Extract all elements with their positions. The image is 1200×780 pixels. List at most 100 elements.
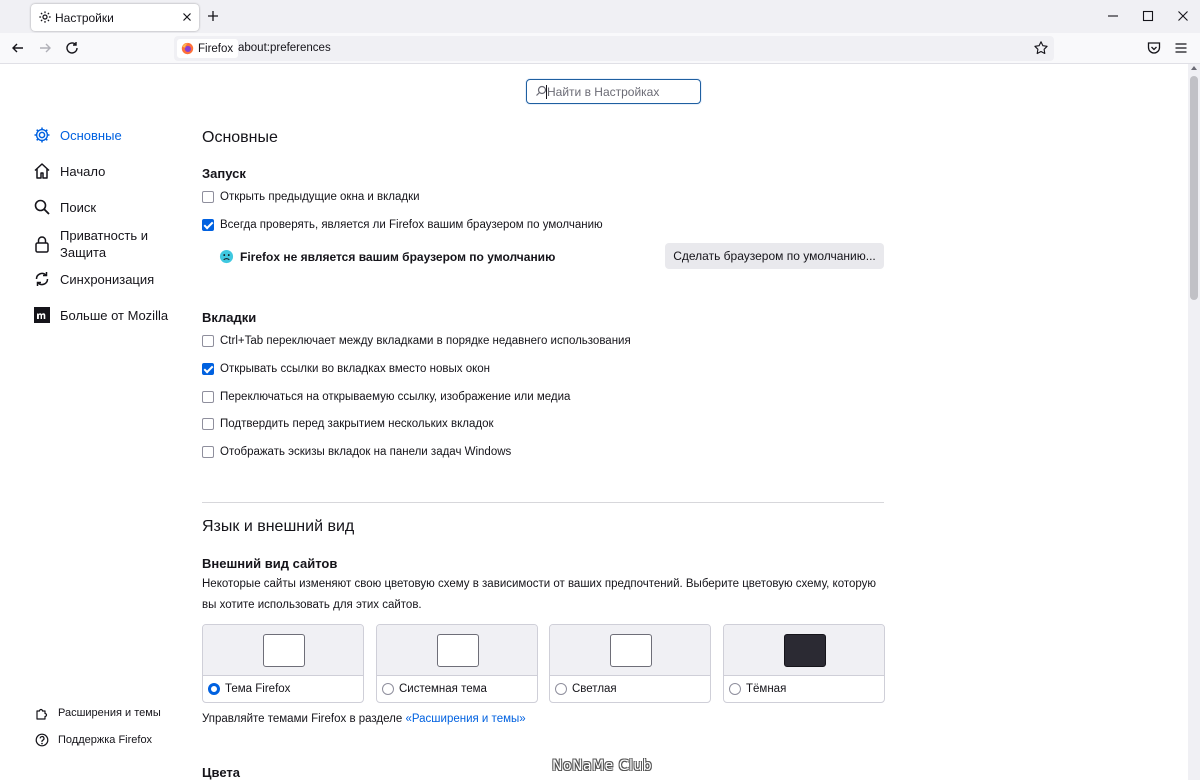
theme-preview-thumbnail	[437, 634, 479, 667]
scroll-up-arrow-icon[interactable]	[1191, 66, 1197, 70]
tab-title: Настройки	[55, 11, 114, 25]
checkbox-open-links-in-tabs[interactable]: Открывать ссылки во вкладках вместо новы…	[202, 363, 490, 375]
tab-bar: Настройки	[0, 0, 1200, 33]
checkbox-label: Переключаться на открываемую ссылку, изо…	[220, 391, 571, 403]
identity-label: Firefox	[198, 42, 234, 55]
manage-themes-text: Управляйте темами Firefox в разделе	[202, 713, 406, 725]
sidebar-item-mozilla[interactable]: Больше от Mozilla	[33, 306, 183, 324]
checkbox-label: Открывать ссылки во вкладках вместо новы…	[220, 363, 491, 375]
url-text[interactable]: about:preferences	[238, 42, 331, 54]
scrollbar[interactable]	[1188, 64, 1200, 780]
identity-box[interactable]: Firefox	[177, 39, 239, 58]
sidebar-link-addons[interactable]: Расширения и темы	[35, 706, 161, 720]
checkbox[interactable]	[202, 391, 214, 403]
back-icon[interactable]	[10, 40, 26, 56]
checkbox-switch-to-opened[interactable]: Переключаться на открываемую ссылку, изо…	[202, 391, 570, 403]
checkbox-label: Подтвердить перед закрытием нескольких в…	[220, 418, 494, 430]
sidebar-item-label: Основные	[60, 127, 122, 143]
sad-face-icon	[219, 249, 234, 264]
checkbox[interactable]	[202, 219, 214, 231]
sidebar-item-general[interactable]: Основные	[33, 126, 183, 144]
radio-button[interactable]	[729, 683, 741, 695]
checkbox-confirm-close[interactable]: Подтвердить перед закрытием нескольких в…	[202, 418, 494, 430]
theme-preview	[203, 625, 363, 676]
sidebar-item-label: Синхронизация	[60, 271, 155, 287]
theme-label: Светлая	[572, 683, 617, 695]
checkbox[interactable]	[202, 446, 214, 458]
checkbox-taskbar-previews[interactable]: Отображать эскизы вкладок на панели зада…	[202, 446, 511, 458]
theme-preview	[377, 625, 537, 676]
sidebar-item-label: Поиск	[60, 199, 97, 215]
section-title-language: Язык и внешний вид	[202, 518, 355, 535]
sidebar-link-support[interactable]: Поддержка Firefox	[35, 733, 152, 747]
theme-card-firefox[interactable]: Тема Firefox	[202, 624, 364, 703]
checkbox[interactable]	[202, 418, 214, 430]
sync-icon	[35, 272, 49, 286]
sidebar-item-search[interactable]: Поиск	[33, 198, 183, 216]
checkbox-ctrl-tab[interactable]: Ctrl+Tab переключает между вкладками в п…	[202, 335, 631, 347]
mozilla-icon	[34, 307, 50, 323]
theme-card-light[interactable]: Светлая	[549, 624, 711, 703]
scrollbar-thumb[interactable]	[1190, 76, 1198, 300]
website-appearance-heading: Внешний вид сайтов	[202, 556, 338, 571]
manage-themes-note: Управляйте темами Firefox в разделе «Рас…	[202, 713, 526, 725]
lock-icon	[35, 236, 49, 253]
radio-button[interactable]	[382, 683, 394, 695]
make-default-button[interactable]: Сделать браузером по умолчанию...	[665, 243, 884, 269]
theme-radio[interactable]: Светлая	[555, 683, 617, 695]
colors-heading: Цвета	[202, 765, 240, 780]
checkbox-label: Открыть предыдущие окна и вкладки	[220, 191, 420, 203]
checkbox-label: Отображать эскизы вкладок на панели зада…	[220, 446, 512, 458]
menu-icon[interactable]	[1173, 40, 1189, 56]
checkbox[interactable]	[202, 191, 214, 203]
website-appearance-description: Некоторые сайты изменяют свою цветовую с…	[202, 578, 877, 611]
watermark: NoNaMe Club	[552, 758, 653, 774]
theme-label: Системная тема	[399, 683, 487, 695]
tab-settings[interactable]: Настройки	[31, 4, 199, 31]
checkbox[interactable]	[202, 363, 214, 375]
theme-preview	[550, 625, 710, 676]
checkbox[interactable]	[202, 335, 214, 347]
home-icon	[34, 163, 50, 179]
theme-preview-thumbnail	[610, 634, 652, 667]
close-icon[interactable]	[180, 10, 194, 24]
theme-card-system[interactable]: Системная тема	[376, 624, 538, 703]
maximize-icon[interactable]	[1142, 10, 1154, 22]
default-browser-status: Firefox не является вашим браузером по у…	[219, 249, 555, 264]
theme-radio[interactable]: Тема Firefox	[208, 683, 290, 695]
page-title: Основные	[202, 129, 278, 146]
reload-icon[interactable]	[64, 40, 80, 56]
sidebar-link-label: Поддержка Firefox	[58, 734, 153, 746]
color-scheme-options: Тема Firefox Системная тема Светлая Тёмн…	[202, 624, 885, 704]
startup-heading: Запуск	[202, 166, 246, 181]
theme-card-dark[interactable]: Тёмная	[723, 624, 885, 703]
theme-preview-thumbnail	[263, 634, 305, 667]
theme-radio[interactable]: Системная тема	[382, 683, 487, 695]
forward-icon[interactable]	[37, 40, 53, 56]
theme-label: Тёмная	[746, 683, 787, 695]
close-window-icon[interactable]	[1177, 10, 1189, 22]
tabs-heading: Вкладки	[202, 310, 257, 325]
radio-button[interactable]	[555, 683, 567, 695]
checkbox-check-default[interactable]: Всегда проверять, является ли Firefox ва…	[202, 219, 603, 231]
help-icon	[35, 733, 49, 747]
theme-label: Тема Firefox	[225, 683, 291, 695]
firefox-icon	[181, 42, 194, 55]
bookmark-star-icon[interactable]	[1033, 40, 1049, 56]
checkbox-restore-session[interactable]: Открыть предыдущие окна и вкладки	[202, 191, 420, 203]
section-divider	[202, 502, 884, 503]
theme-radio[interactable]: Тёмная	[729, 683, 786, 695]
sidebar-item-home[interactable]: Начало	[33, 162, 183, 180]
sidebar-item-privacy[interactable]: Приватность и Защита	[33, 227, 183, 261]
pocket-icon[interactable]	[1146, 40, 1162, 56]
new-tab-icon[interactable]	[206, 9, 220, 23]
main-content: Основные Запуск Открыть предыдущие окна …	[202, 64, 902, 780]
gear-icon	[39, 11, 51, 23]
addons-themes-link[interactable]: «Расширения и темы»	[405, 713, 525, 725]
sidebar-item-sync[interactable]: Синхронизация	[33, 270, 183, 288]
radio-button[interactable]	[208, 683, 220, 695]
url-bar[interactable]: Firefox about:preferences	[174, 36, 1054, 61]
gear-icon	[34, 127, 50, 143]
checkbox-label: Ctrl+Tab переключает между вкладками в п…	[220, 335, 631, 347]
minimize-icon[interactable]	[1107, 10, 1119, 22]
